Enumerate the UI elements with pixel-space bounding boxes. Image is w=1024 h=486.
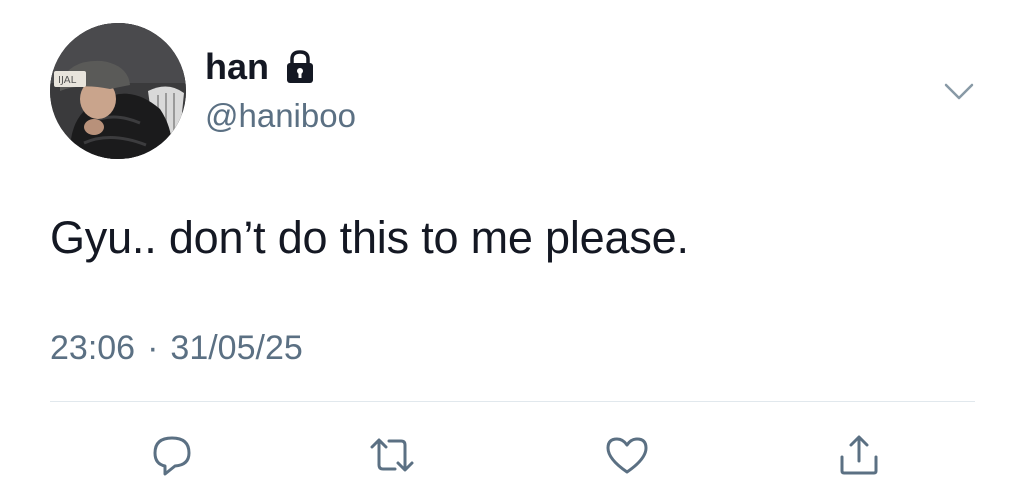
svg-text:IJAL: IJAL: [58, 75, 77, 86]
chevron-down-icon[interactable]: [942, 74, 976, 108]
lock-icon: [281, 48, 319, 86]
tweet-card: IJAL han @haniboo Gyu.. don’t do this to…: [0, 0, 1024, 486]
reply-button[interactable]: [148, 431, 196, 479]
divider: [50, 401, 975, 402]
retweet-icon: [370, 438, 414, 472]
share-icon: [840, 435, 878, 475]
tweet-date: 31/05/25: [170, 329, 303, 367]
tweet-timestamp[interactable]: 23:06 · 31/05/25: [50, 326, 303, 370]
display-name[interactable]: han: [205, 45, 319, 89]
tweet-time: 23:06: [50, 329, 136, 367]
like-icon: [606, 437, 648, 474]
user-handle[interactable]: @haniboo: [205, 96, 356, 136]
tweet-text: Gyu.. don’t do this to me please.: [50, 212, 689, 263]
share-button[interactable]: [835, 431, 883, 479]
avatar[interactable]: IJAL: [50, 23, 186, 159]
like-button[interactable]: [603, 431, 651, 479]
retweet-button[interactable]: [368, 431, 416, 479]
display-name-label: han: [205, 46, 270, 87]
reply-icon: [153, 436, 191, 476]
meta-separator: ·: [147, 329, 159, 367]
avatar-image: IJAL: [50, 23, 186, 159]
